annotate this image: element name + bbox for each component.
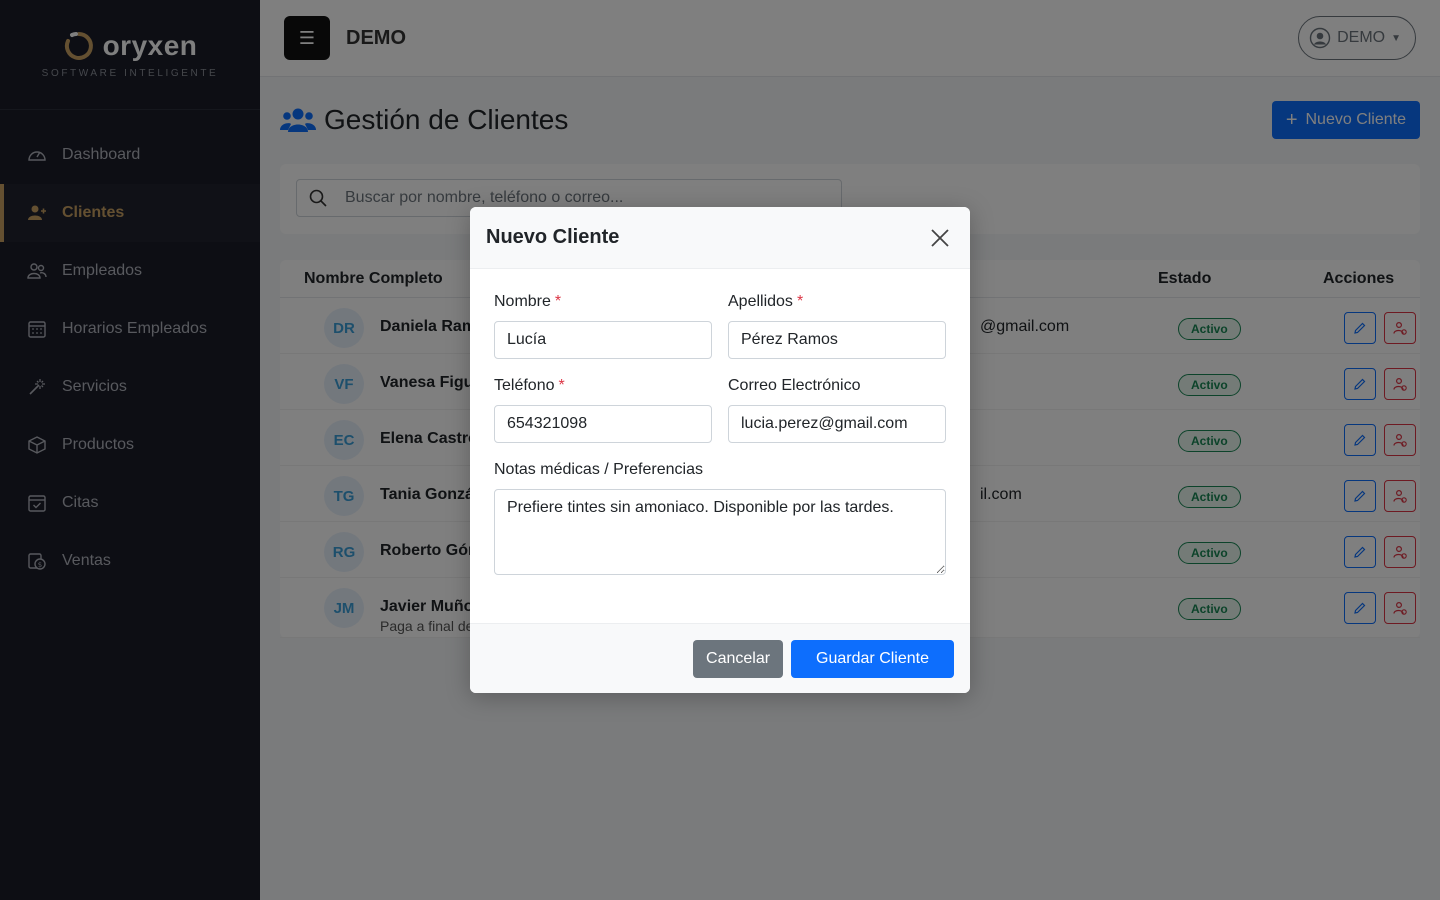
cancel-button[interactable]: Cancelar <box>693 639 784 678</box>
email-field[interactable] <box>728 405 946 443</box>
nombre-field[interactable] <box>494 321 712 359</box>
correo-label: Correo Electrónico <box>728 377 861 394</box>
modal-title: Nuevo Cliente <box>486 226 620 248</box>
modal-body: Nombre* Apellidos* Teléfono* Correo Elec… <box>470 269 970 580</box>
nombre-label: Nombre * <box>494 293 562 310</box>
new-client-modal: Nuevo Cliente Nombre* Apellidos* Teléfon… <box>470 207 970 693</box>
notas-textarea[interactable]: Prefiere tintes sin amoniaco. Disponible… <box>494 489 946 575</box>
save-client-button[interactable]: Guardar Cliente <box>791 639 954 678</box>
telefono-field[interactable] <box>494 405 712 443</box>
close-button[interactable] <box>926 224 954 252</box>
apellidos-field[interactable] <box>728 321 946 359</box>
telefono-label: Teléfono * <box>494 377 565 394</box>
modal-footer: Cancelar Guardar Cliente <box>470 623 970 693</box>
notas-label: Notas médicas / Preferencias <box>494 461 703 478</box>
apellidos-label: Apellidos * <box>728 293 804 310</box>
modal-header: Nuevo Cliente <box>470 207 970 269</box>
close-icon <box>931 228 949 247</box>
